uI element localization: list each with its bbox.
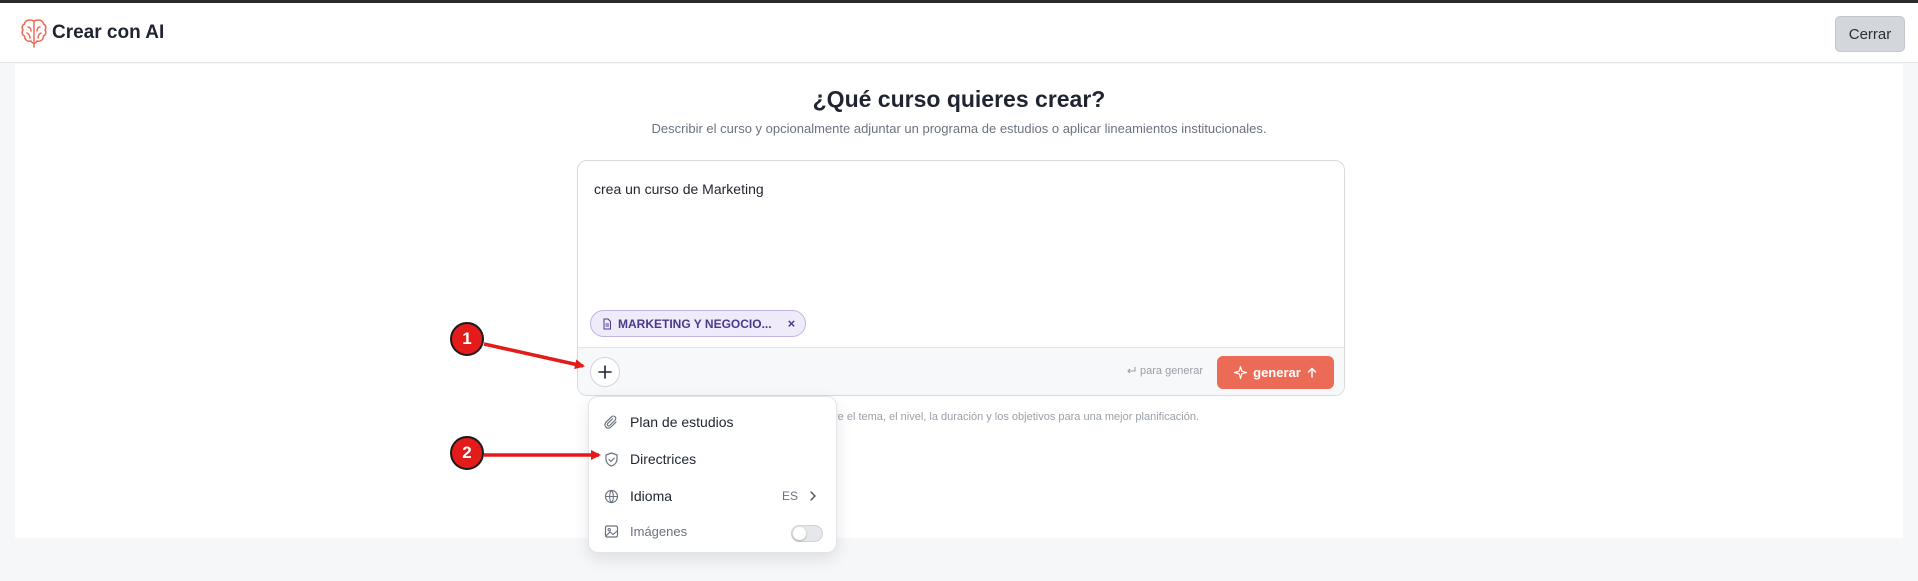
annotation-badge-2: 2 [450,436,484,470]
annotation-arrows [483,342,601,460]
annotation-arrow-1 [483,342,585,370]
annotation-badge-1: 1 [450,322,484,356]
